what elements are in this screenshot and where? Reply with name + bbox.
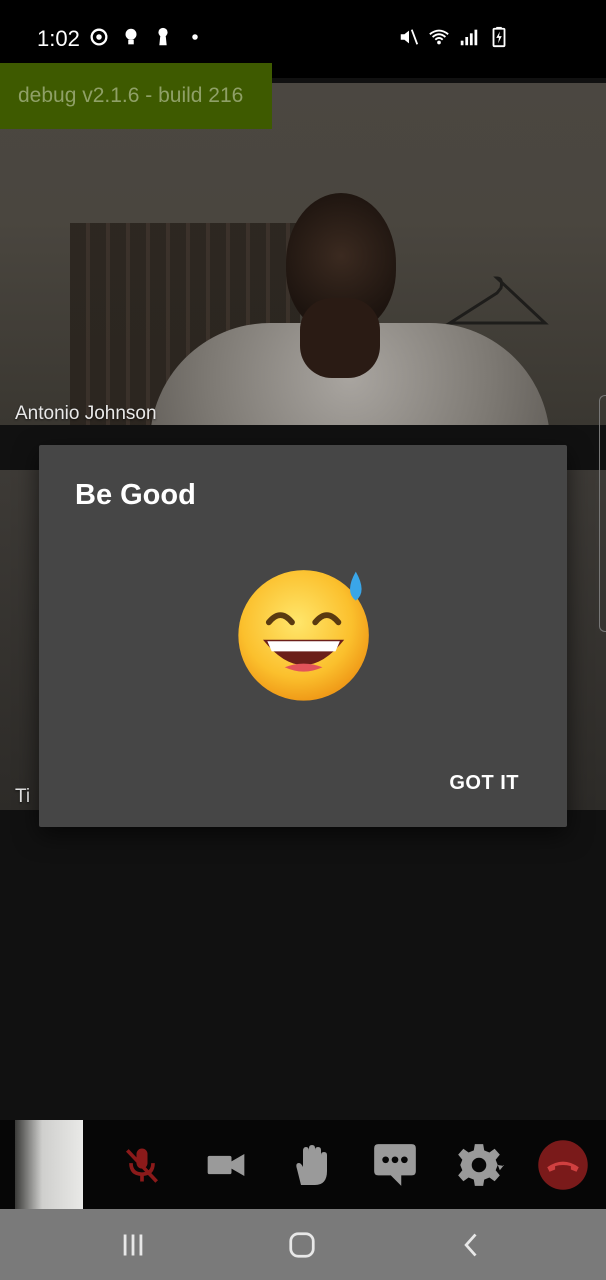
call-toolbar xyxy=(0,1120,606,1209)
dot-icon xyxy=(192,34,198,40)
chat-button[interactable] xyxy=(368,1138,422,1192)
sync-icon xyxy=(90,28,108,46)
system-nav-bar xyxy=(0,1209,606,1280)
mic-off-icon xyxy=(125,1148,159,1183)
chat-icon xyxy=(374,1144,416,1186)
participant-hand xyxy=(300,298,380,378)
end-call-icon xyxy=(538,1140,588,1190)
reaction-dialog: Be Good GOT IT xyxy=(39,445,567,827)
gear-icon xyxy=(458,1144,504,1186)
mic-off-button[interactable] xyxy=(115,1138,169,1192)
signal-icon xyxy=(460,29,478,46)
home-button[interactable] xyxy=(284,1227,320,1263)
recent-apps-button[interactable] xyxy=(115,1227,151,1263)
status-left-icons xyxy=(88,26,206,48)
self-video-preview[interactable] xyxy=(15,1120,83,1209)
participant-name: Antonio Johnson xyxy=(15,403,157,424)
wifi-icon xyxy=(429,29,449,45)
raise-hand-button[interactable] xyxy=(284,1138,338,1192)
status-time: 1:02 xyxy=(37,26,80,51)
raise-hand-icon xyxy=(296,1145,327,1185)
video-camera-icon xyxy=(207,1154,245,1176)
hanger-icon xyxy=(445,276,549,325)
status-right-icons xyxy=(398,26,510,48)
dialog-title: Be Good xyxy=(75,479,196,511)
grinning-face-with-sweat-icon xyxy=(238,570,369,701)
video-tile-antonio[interactable]: Antonio Johnson xyxy=(0,83,606,425)
keyhole-icon xyxy=(158,27,168,46)
home-icon xyxy=(289,1232,315,1258)
back-button[interactable] xyxy=(454,1227,490,1263)
end-call-button[interactable] xyxy=(536,1138,590,1192)
edge-panel-handle[interactable] xyxy=(599,395,606,632)
participant-name: Ti xyxy=(15,786,31,807)
debug-badge: debug v2.1.6 - build 216 xyxy=(0,63,272,129)
battery-charging-icon xyxy=(492,26,506,48)
settings-button[interactable] xyxy=(452,1138,506,1192)
bulb-icon xyxy=(125,28,137,45)
camera-button[interactable] xyxy=(199,1138,253,1192)
mute-icon xyxy=(400,29,419,45)
got-it-button[interactable]: GOT IT xyxy=(431,763,537,803)
back-icon xyxy=(464,1233,477,1257)
recent-apps-icon xyxy=(123,1234,143,1256)
